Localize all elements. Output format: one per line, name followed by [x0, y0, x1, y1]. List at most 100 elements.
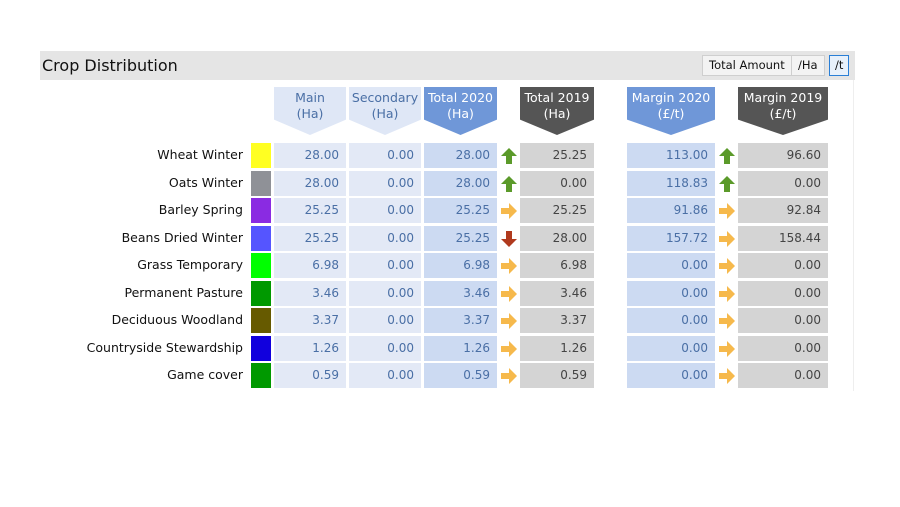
margin-2019-cell: 158.44: [738, 225, 828, 251]
arrow-right-icon: [497, 198, 520, 223]
total-2020-cell: 3.46: [424, 280, 497, 306]
secondary-ha-cell: 0.00: [349, 225, 421, 251]
per-ha-button[interactable]: /Ha: [791, 55, 825, 76]
margin-2020-cell: 0.00: [627, 253, 715, 278]
total-2019-cell: 25.25: [520, 143, 594, 168]
margin-2020-cell: 0.00: [627, 363, 715, 388]
main-ha-cell: 3.46: [274, 280, 346, 306]
arrow-right-icon: [715, 225, 738, 251]
column-header-margin-2019: Margin 2019 (£/t): [738, 87, 828, 135]
crop-distribution-panel: Crop Distribution Total Amount /Ha /t Ma…: [40, 51, 855, 391]
arrow-right-icon: [715, 308, 738, 333]
crop-color-swatch: [251, 143, 271, 168]
total-2020-cell: 25.25: [424, 198, 497, 223]
total-2020-cell: 28.00: [424, 170, 497, 196]
margin-2020-cell: 113.00: [627, 143, 715, 168]
table-row: Oats Winter 28.00 0.00 28.00 0.00 118.83 0.00: [40, 170, 855, 196]
crop-color-swatch: [251, 280, 271, 306]
crop-color-swatch: [251, 363, 271, 388]
arrow-right-icon: [497, 253, 520, 278]
total-2020-cell: 25.25: [424, 225, 497, 251]
total-2019-cell: 6.98: [520, 253, 594, 278]
arrow-up-icon: [497, 143, 520, 168]
margin-2019-cell: 96.60: [738, 143, 828, 168]
total-2019-cell: 28.00: [520, 225, 594, 251]
arrow-right-icon: [497, 308, 520, 333]
main-ha-cell: 0.59: [274, 363, 346, 388]
table-row: Grass Temporary 6.98 0.00 6.98 6.98 0.00 0.00: [40, 252, 855, 278]
arrow-right-icon: [497, 280, 520, 306]
total-2020-cell: 1.26: [424, 335, 497, 361]
main-ha-cell: 3.37: [274, 308, 346, 333]
total-2019-cell: 3.46: [520, 280, 594, 306]
table-row: Barley Spring 25.25 0.00 25.25 25.25 91.86 92.…: [40, 197, 855, 223]
margin-2019-cell: 0.00: [738, 280, 828, 306]
table-row: Beans Dried Winter 25.25 0.00 25.25 28.00 157…: [40, 225, 855, 251]
margin-2020-cell: 157.72: [627, 225, 715, 251]
column-header-main: Main (Ha): [274, 87, 346, 135]
main-ha-cell: 1.26: [274, 335, 346, 361]
panel-title: Crop Distribution: [42, 56, 178, 75]
arrow-right-icon: [715, 253, 738, 278]
total-2019-cell: 1.26: [520, 335, 594, 361]
column-header-margin-2020: Margin 2020 (£/t): [627, 87, 715, 135]
total-2020-cell: 6.98: [424, 253, 497, 278]
arrow-up-icon: [497, 170, 520, 196]
crop-name: Oats Winter: [168, 174, 243, 190]
main-ha-cell: 28.00: [274, 143, 346, 168]
crop-color-swatch: [251, 198, 271, 223]
arrow-right-icon: [715, 363, 738, 388]
margin-2020-cell: 0.00: [627, 280, 715, 306]
margin-2020-cell: 0.00: [627, 335, 715, 361]
secondary-ha-cell: 0.00: [349, 335, 421, 361]
table-row: Countryside Stewardship 1.26 0.00 1.26 1.26 0…: [40, 335, 855, 361]
arrow-down-icon: [497, 225, 520, 251]
per-tonne-button[interactable]: /t: [829, 55, 850, 76]
main-ha-cell: 28.00: [274, 170, 346, 196]
total-2020-cell: 0.59: [424, 363, 497, 388]
arrow-right-icon: [715, 198, 738, 223]
arrow-up-icon: [715, 143, 738, 168]
column-header-total-2020: Total 2020 (Ha): [424, 87, 497, 135]
crop-color-swatch: [251, 308, 271, 333]
main-ha-cell: 25.25: [274, 225, 346, 251]
secondary-ha-cell: 0.00: [349, 280, 421, 306]
column-header-total-2019: Total 2019 (Ha): [520, 87, 594, 135]
total-amount-button[interactable]: Total Amount: [702, 55, 792, 76]
crop-name: Barley Spring: [158, 202, 243, 217]
total-2019-cell: 0.00: [520, 170, 594, 196]
arrow-right-icon: [715, 335, 738, 361]
crop-name: Permanent Pasture: [124, 284, 243, 300]
column-header-secondary: Secondary (Ha): [349, 87, 421, 135]
total-2019-cell: 25.25: [520, 198, 594, 223]
margin-2020-cell: 91.86: [627, 198, 715, 223]
total-2020-cell: 3.37: [424, 308, 497, 333]
crop-name: Grass Temporary: [137, 257, 243, 272]
arrow-up-icon: [715, 170, 738, 196]
secondary-ha-cell: 0.00: [349, 143, 421, 168]
margin-2019-cell: 0.00: [738, 335, 828, 361]
secondary-ha-cell: 0.00: [349, 198, 421, 223]
crop-color-swatch: [251, 225, 271, 251]
arrow-right-icon: [497, 363, 520, 388]
secondary-ha-cell: 0.00: [349, 363, 421, 388]
crop-color-swatch: [251, 253, 271, 278]
table-row: Deciduous Woodland 3.37 0.00 3.37 3.37 0.00 0.…: [40, 307, 855, 333]
arrow-right-icon: [715, 280, 738, 306]
arrow-right-icon: [497, 335, 520, 361]
panel-header: Crop Distribution Total Amount /Ha /t: [40, 51, 855, 80]
margin-2019-cell: 92.84: [738, 198, 828, 223]
main-ha-cell: 25.25: [274, 198, 346, 223]
margin-2020-cell: 118.83: [627, 170, 715, 196]
table-row: Permanent Pasture 3.46 0.00 3.46 3.46 0.00 0.0…: [40, 280, 855, 306]
margin-2019-cell: 0.00: [738, 253, 828, 278]
margin-2019-cell: 0.00: [738, 170, 828, 196]
total-2020-cell: 28.00: [424, 143, 497, 168]
crop-name: Beans Dried Winter: [121, 229, 243, 245]
crop-color-swatch: [251, 170, 271, 196]
total-2019-cell: 3.37: [520, 308, 594, 333]
crop-color-swatch: [251, 335, 271, 361]
crop-name: Game cover: [167, 367, 243, 382]
main-ha-cell: 6.98: [274, 253, 346, 278]
table-row: Game cover 0.59 0.00 0.59 0.59 0.00 0.00: [40, 362, 855, 388]
